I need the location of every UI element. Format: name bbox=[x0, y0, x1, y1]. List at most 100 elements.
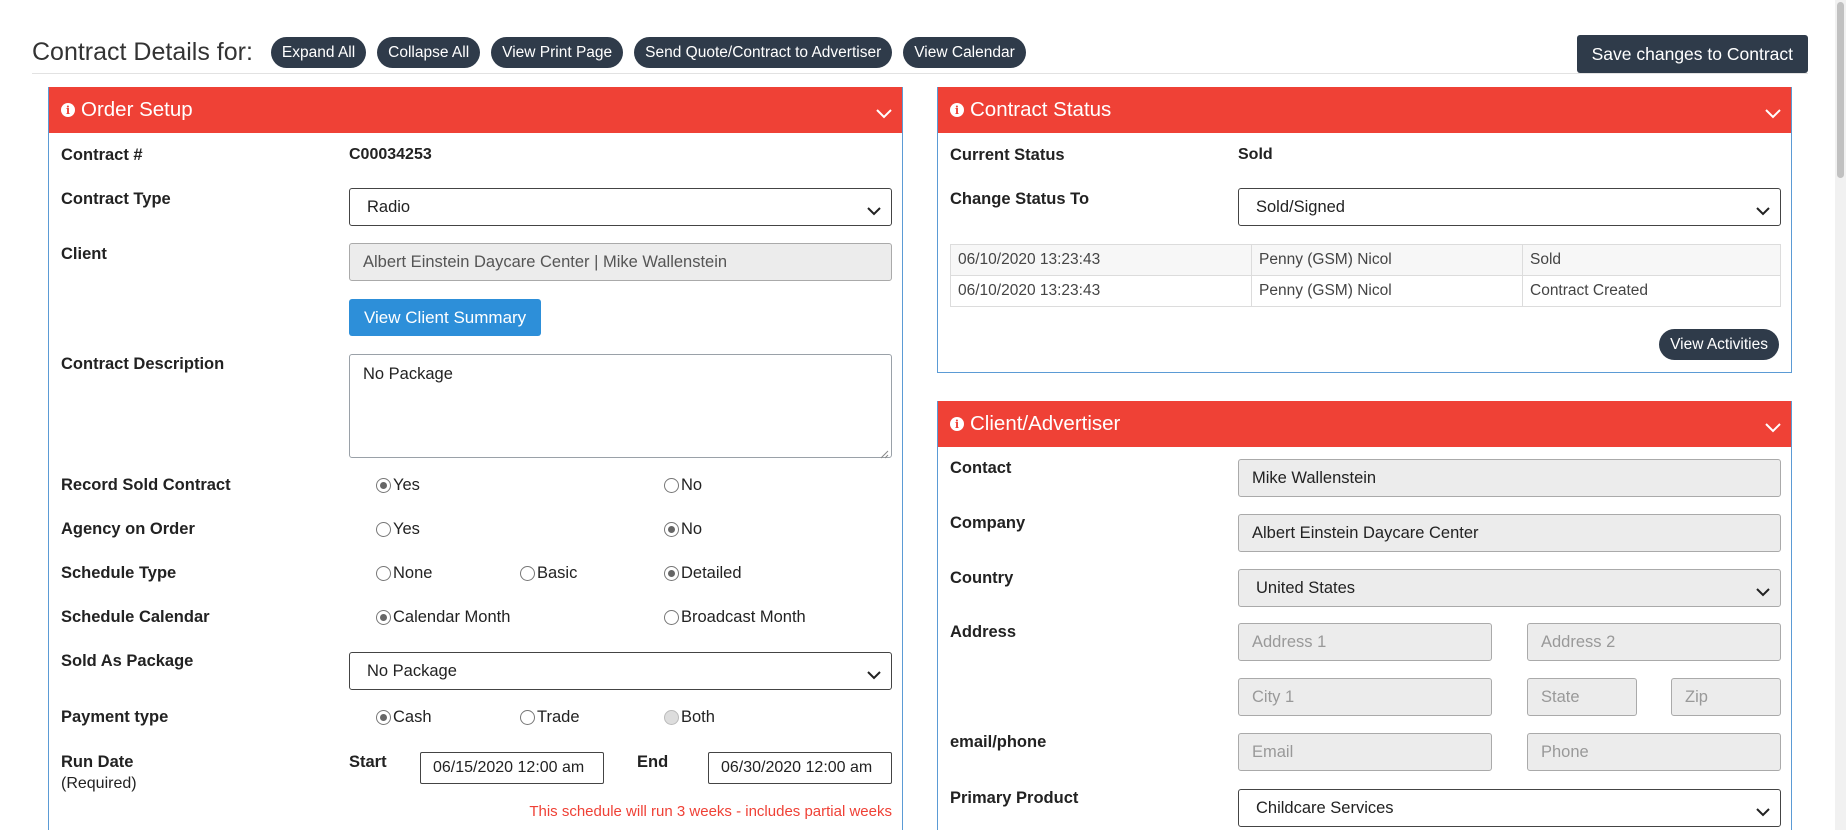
table-row: 06/10/2020 13:23:43 Penny (GSM) Nicol Co… bbox=[950, 275, 1781, 307]
status-value-cell: Sold bbox=[1522, 244, 1781, 276]
start-date-value: 06/15/2020 12:00 am bbox=[433, 759, 585, 776]
chevron-down-icon bbox=[1756, 202, 1770, 221]
schedule-calendar-label: Schedule Calendar bbox=[61, 608, 210, 626]
client-advertiser-header[interactable]: i Client/Advertiser bbox=[938, 401, 1791, 447]
client-label: Client bbox=[61, 245, 107, 263]
radio-icon bbox=[376, 522, 391, 537]
payment-cash-radio[interactable]: Cash bbox=[376, 708, 432, 727]
current-status-label: Current Status bbox=[950, 146, 1065, 164]
view-client-summary-button[interactable]: View Client Summary bbox=[349, 299, 542, 336]
client-advertiser-title: Client/Advertiser bbox=[970, 412, 1121, 435]
info-icon: i bbox=[950, 103, 964, 117]
contract-status-header[interactable]: i Contract Status bbox=[938, 87, 1791, 133]
chevron-down-icon[interactable] bbox=[1765, 415, 1781, 433]
country-select[interactable]: United States bbox=[1238, 569, 1781, 607]
radio-selected-icon bbox=[376, 610, 391, 625]
client-value: Albert Einstein Daycare Center | Mike Wa… bbox=[363, 252, 728, 271]
contract-type-label: Contract Type bbox=[61, 190, 171, 208]
country-value: United States bbox=[1256, 578, 1356, 597]
view-calendar-button[interactable]: View Calendar bbox=[903, 37, 1026, 68]
primary-product-value: Childcare Services bbox=[1256, 798, 1394, 817]
view-print-page-button[interactable]: View Print Page bbox=[491, 37, 624, 68]
sold-as-package-value: No Package bbox=[367, 661, 457, 680]
payment-trade-radio[interactable]: Trade bbox=[520, 708, 580, 727]
expand-all-button[interactable]: Expand All bbox=[270, 37, 367, 68]
radio-selected-icon bbox=[664, 522, 679, 537]
table-row: 06/10/2020 13:23:43 Penny (GSM) Nicol So… bbox=[950, 244, 1781, 276]
radio-selected-icon bbox=[376, 710, 391, 725]
radio-icon bbox=[520, 710, 535, 725]
contract-description-textarea[interactable]: No Package bbox=[349, 354, 892, 459]
contract-header-bar: Contract Details for: Expand All Collaps… bbox=[32, 35, 1808, 74]
chevron-down-icon bbox=[1756, 583, 1770, 602]
radio-icon bbox=[664, 610, 679, 625]
payment-both-radio: Both bbox=[664, 708, 715, 727]
radio-selected-icon bbox=[664, 566, 679, 581]
contract-number-value: C00034253 bbox=[349, 146, 432, 163]
zip-input[interactable]: Zip bbox=[1671, 678, 1781, 716]
email-placeholder: Email bbox=[1252, 742, 1294, 761]
primary-product-label: Primary Product bbox=[950, 789, 1079, 807]
current-status-value: Sold bbox=[1238, 146, 1273, 163]
contract-type-select[interactable]: Radio bbox=[349, 188, 892, 226]
company-value: Albert Einstein Daycare Center bbox=[1252, 523, 1479, 542]
radio-label: Calendar Month bbox=[393, 608, 511, 626]
scrollbar-thumb[interactable] bbox=[1837, 2, 1844, 178]
record-sold-no-radio[interactable]: No bbox=[664, 476, 702, 495]
status-date-cell: 06/10/2020 13:23:43 bbox=[950, 275, 1252, 307]
broadcast-month-radio[interactable]: Broadcast Month bbox=[664, 608, 806, 627]
contract-type-value: Radio bbox=[367, 197, 411, 216]
city-input[interactable]: City 1 bbox=[1238, 678, 1492, 716]
end-date-input[interactable]: 06/30/2020 12:00 am bbox=[708, 752, 892, 784]
record-sold-yes-radio[interactable]: Yes bbox=[376, 476, 420, 495]
address2-input[interactable]: Address 2 bbox=[1527, 623, 1781, 661]
contact-field[interactable]: Mike Wallenstein bbox=[1238, 459, 1781, 497]
chevron-down-icon[interactable] bbox=[876, 101, 892, 119]
schedule-type-basic-radio[interactable]: Basic bbox=[520, 564, 577, 583]
email-phone-label: email/phone bbox=[950, 733, 1047, 751]
phone-input[interactable]: Phone bbox=[1527, 733, 1781, 771]
calendar-month-radio[interactable]: Calendar Month bbox=[376, 608, 510, 627]
save-contract-button[interactable]: Save changes to Contract bbox=[1576, 35, 1808, 73]
radio-label: Detailed bbox=[681, 564, 742, 582]
address1-input[interactable]: Address 1 bbox=[1238, 623, 1492, 661]
collapse-all-button[interactable]: Collapse All bbox=[377, 37, 481, 68]
city-placeholder: City 1 bbox=[1252, 687, 1295, 706]
payment-type-label: Payment type bbox=[61, 708, 169, 726]
company-field[interactable]: Albert Einstein Daycare Center bbox=[1238, 514, 1781, 552]
radio-label: No bbox=[681, 476, 703, 494]
start-date-input[interactable]: 06/15/2020 12:00 am bbox=[420, 752, 604, 784]
resize-grip-icon[interactable] bbox=[879, 445, 889, 459]
radio-icon bbox=[520, 566, 535, 581]
address2-placeholder: Address 2 bbox=[1541, 632, 1616, 651]
view-activities-button[interactable]: View Activities bbox=[1659, 329, 1779, 360]
contact-label: Contact bbox=[950, 459, 1012, 477]
status-value-cell: Contract Created bbox=[1522, 275, 1781, 307]
radio-label: Yes bbox=[393, 520, 420, 538]
radio-selected-icon bbox=[376, 478, 391, 493]
radio-icon bbox=[664, 478, 679, 493]
send-quote-button[interactable]: Send Quote/Contract to Advertiser bbox=[634, 37, 893, 68]
order-setup-header[interactable]: i Order Setup bbox=[49, 87, 902, 133]
sold-as-package-select[interactable]: No Package bbox=[349, 652, 892, 690]
contract-description-label: Contract Description bbox=[61, 355, 225, 373]
agency-no-radio[interactable]: No bbox=[664, 520, 702, 539]
schedule-type-none-radio[interactable]: None bbox=[376, 564, 432, 583]
schedule-type-detailed-radio[interactable]: Detailed bbox=[664, 564, 742, 583]
email-input[interactable]: Email bbox=[1238, 733, 1492, 771]
status-history-table: 06/10/2020 13:23:43 Penny (GSM) Nicol So… bbox=[950, 244, 1781, 307]
chevron-down-icon[interactable] bbox=[1765, 101, 1781, 119]
agency-yes-radio[interactable]: Yes bbox=[376, 520, 420, 539]
record-sold-label: Record Sold Contract bbox=[61, 476, 231, 494]
radio-label: Both bbox=[681, 708, 715, 726]
radio-label: Broadcast Month bbox=[681, 608, 806, 626]
radio-label: Basic bbox=[537, 564, 578, 582]
radio-label: No bbox=[681, 520, 703, 538]
page-scrollbar[interactable] bbox=[1835, 0, 1846, 830]
primary-product-select[interactable]: Childcare Services bbox=[1238, 789, 1781, 827]
change-status-select[interactable]: Sold/Signed bbox=[1238, 188, 1781, 226]
state-input[interactable]: State bbox=[1527, 678, 1637, 716]
chevron-down-icon bbox=[1756, 803, 1770, 822]
agency-label: Agency on Order bbox=[61, 520, 195, 538]
state-placeholder: State bbox=[1541, 687, 1580, 706]
